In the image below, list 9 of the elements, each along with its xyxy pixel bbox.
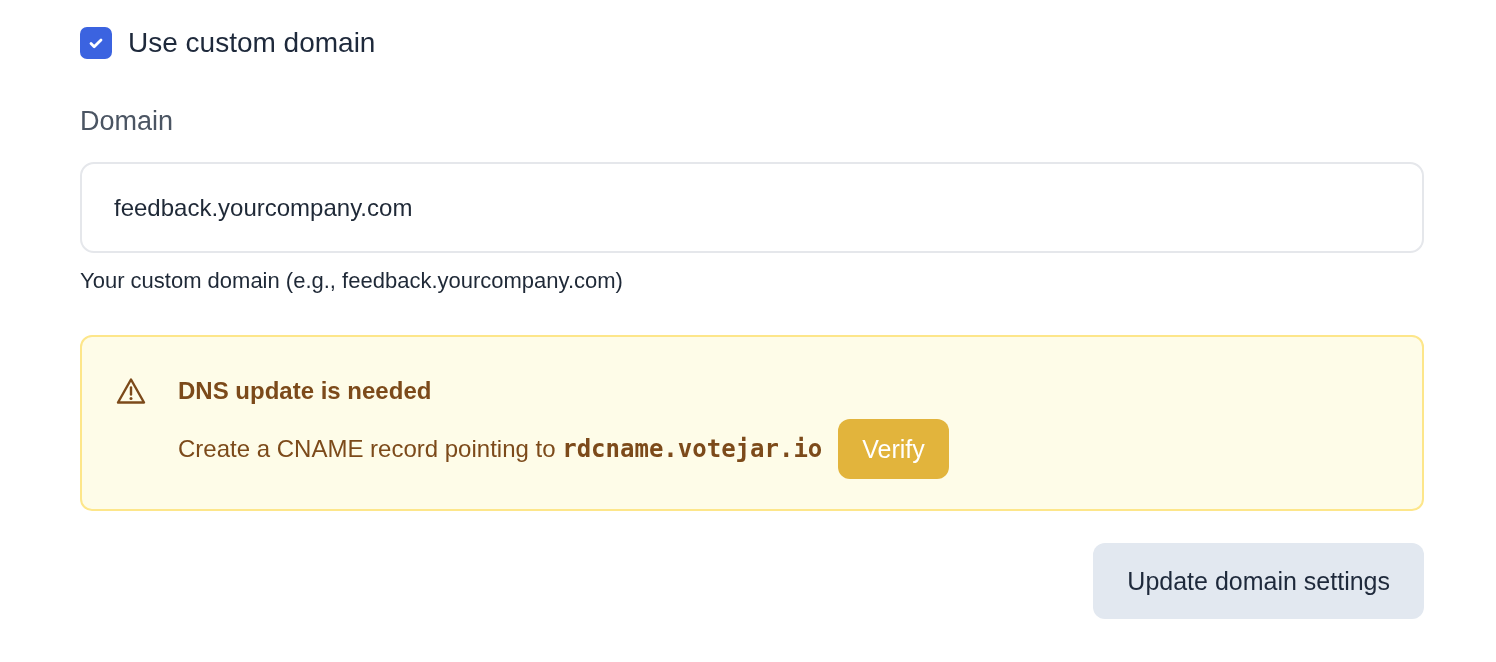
update-button[interactable]: Update domain settings	[1093, 543, 1424, 619]
checkbox[interactable]	[80, 27, 112, 59]
help-text: Your custom domain (e.g., feedback.yourcompany.com)	[80, 267, 624, 295]
field-label: Domain	[80, 105, 175, 138]
domain-input-field[interactable]: feedback.yourcompany.com	[80, 162, 1424, 253]
warning-icon	[116, 377, 146, 405]
checkbox-label: Use custom domain	[128, 27, 376, 59]
alert-message: Create a CNAME record pointing to rdcname.votejar.io	[178, 435, 823, 463]
alert-title: DNS update is needed	[178, 377, 433, 405]
